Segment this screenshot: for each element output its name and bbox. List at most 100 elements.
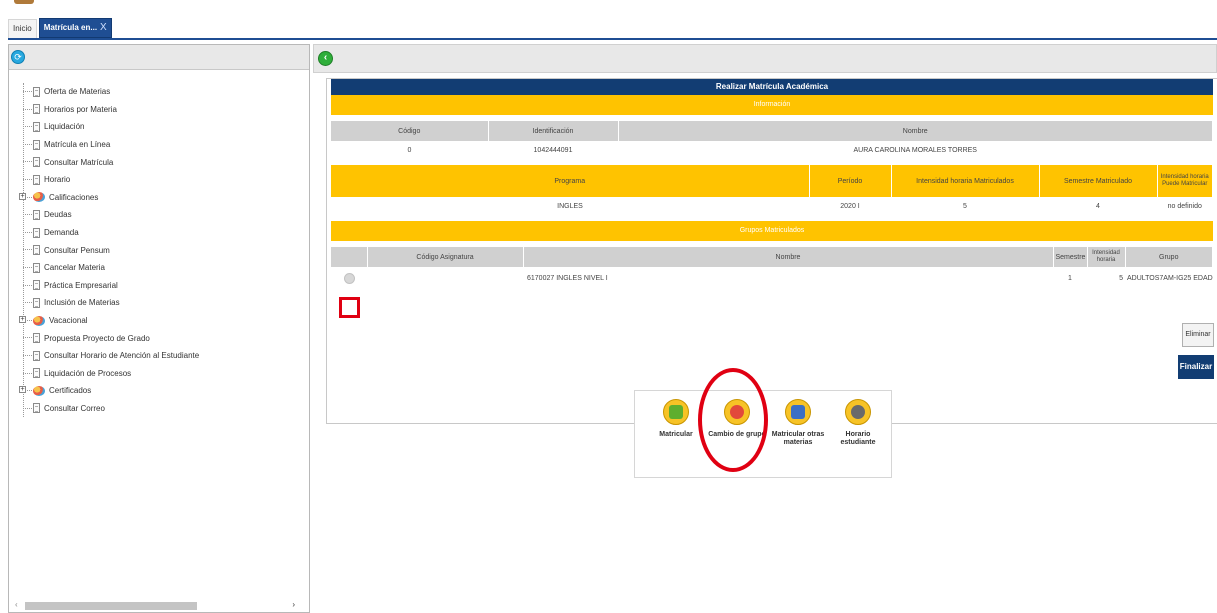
- highlight-cambio-de-grupo: [698, 368, 768, 472]
- groups-table: Código Asignatura Nombre Semestre Intens…: [331, 247, 1213, 289]
- action-matricular[interactable]: Matricular: [647, 399, 705, 439]
- header-identificacion: Identificación: [488, 121, 619, 141]
- sidebar-item[interactable]: Horario: [23, 171, 199, 189]
- sidebar-item[interactable]: Práctica Empresarial: [23, 277, 199, 295]
- sidebar-item[interactable]: Consultar Pensum: [23, 241, 199, 259]
- navigation-tree: Oferta de Materias Horarios por Materia Li…: [19, 83, 199, 418]
- expand-icon[interactable]: +: [19, 386, 26, 394]
- sidebar-item[interactable]: + Certificados: [19, 382, 199, 400]
- sidebar-item[interactable]: Cancelar Materia: [23, 259, 199, 277]
- sidebar-item-label: Inclusión de Materias: [44, 298, 120, 308]
- eliminar-button[interactable]: Eliminar: [1182, 323, 1214, 347]
- sidebar-item-label: Oferta de Materias: [44, 87, 111, 97]
- row-radio[interactable]: [343, 272, 355, 284]
- sidebar-item[interactable]: Propuesta Proyecto de Grado: [23, 329, 199, 347]
- sidebar-item[interactable]: Liquidación: [23, 118, 199, 136]
- tab-matricula-label: Matrícula en...: [43, 23, 98, 32]
- header-semestre-matriculado: Semestre Matriculado: [1039, 165, 1158, 197]
- sidebar-item[interactable]: Inclusión de Materias: [23, 294, 199, 312]
- content-header: ‹: [313, 44, 1217, 73]
- program-table: Programa Período Intensidad horaria Matr…: [331, 165, 1213, 215]
- header-codigo: Código: [331, 121, 489, 141]
- enrollment-form: Realizar Matrícula Académica Información…: [326, 78, 1217, 424]
- value-semestre-matriculado: 4: [1039, 197, 1157, 215]
- value-codigo: 0: [331, 141, 488, 159]
- value-intensidad-matriculados: 5: [891, 197, 1039, 215]
- course-code-name: 6170027 INGLES NIVEL I: [367, 267, 1053, 289]
- header-semestre: Semestre: [1053, 247, 1088, 267]
- sidebar-item-label: Certificados: [49, 386, 92, 396]
- tab-matricula[interactable]: Matrícula en... X: [38, 18, 112, 38]
- sidebar-item[interactable]: Liquidación de Procesos: [23, 365, 199, 383]
- value-intensidad-puede: no definido: [1157, 197, 1213, 215]
- sidebar-item[interactable]: Matrícula en Línea: [23, 136, 199, 154]
- row-select-cell[interactable]: [331, 267, 367, 289]
- sidebar-item-label: Calificaciones: [49, 192, 99, 202]
- sidebar-item[interactable]: Horarios por Materia: [23, 101, 199, 119]
- document-icon: [33, 86, 40, 97]
- tab-underline: [8, 38, 1217, 40]
- document-icon: [33, 121, 40, 132]
- sidebar-item[interactable]: Consultar Matrícula: [23, 153, 199, 171]
- value-nombre: AURA CAROLINA MORALES TORRES: [618, 141, 1213, 159]
- folder-icon: [33, 385, 45, 396]
- close-icon[interactable]: X: [100, 19, 107, 37]
- scroll-left-icon[interactable]: ‹: [15, 600, 18, 609]
- sidebar-item-label: Horarios por Materia: [44, 104, 117, 114]
- document-icon: [33, 368, 40, 379]
- document-icon: [33, 245, 40, 256]
- sidebar-item[interactable]: Demanda: [23, 224, 199, 242]
- sidebar-item[interactable]: Consultar Horario de Atención al Estudia…: [23, 347, 199, 365]
- document-icon: [33, 227, 40, 238]
- expand-icon[interactable]: +: [19, 315, 26, 323]
- action-horario-estudiante[interactable]: Horario estudiante: [829, 399, 887, 447]
- document-icon: [33, 297, 40, 308]
- sidebar-item-label: Liquidación de Procesos: [44, 368, 132, 378]
- folder-icon: [33, 315, 45, 326]
- document-icon: [33, 280, 40, 291]
- header-programa: Programa: [331, 165, 810, 197]
- course-semestre: 1: [1053, 267, 1087, 289]
- value-periodo: 2020 I: [809, 197, 891, 215]
- value-identificacion: 1042444091: [488, 141, 618, 159]
- info-section-header: Información: [331, 95, 1213, 115]
- tab-strip: Inicio Matrícula en... X: [8, 16, 114, 38]
- scroll-thumb[interactable]: [25, 602, 197, 610]
- sidebar-item[interactable]: Consultar Correo: [23, 400, 199, 418]
- action-label: Matricular: [659, 431, 693, 438]
- document-icon: [33, 209, 40, 220]
- table-row[interactable]: 6170027 INGLES NIVEL I 1 5 ADULTOS7AM-IG…: [331, 267, 1213, 289]
- sidebar-item-label: Consultar Matrícula: [44, 157, 114, 167]
- refresh-icon[interactable]: ⟳: [11, 50, 25, 64]
- sidebar: ⟳ Oferta de Materias Horarios por Materia…: [8, 44, 310, 613]
- sidebar-item[interactable]: + Calificaciones: [19, 189, 199, 207]
- sidebar-item-label: Cancelar Materia: [44, 263, 105, 273]
- expand-icon[interactable]: +: [19, 192, 26, 200]
- header-nombre: Nombre: [618, 121, 1213, 141]
- back-arrow-icon[interactable]: ‹: [318, 51, 333, 66]
- sidebar-item[interactable]: + Vacacional: [19, 312, 199, 330]
- logo: [14, 0, 34, 4]
- sidebar-item[interactable]: Oferta de Materias: [23, 83, 199, 101]
- sidebar-item-label: Consultar Pensum: [44, 245, 110, 255]
- sidebar-item-label: Consultar Correo: [44, 403, 105, 413]
- header-intensidad: Intensidad horaria: [1087, 247, 1126, 267]
- tab-inicio[interactable]: Inicio: [8, 19, 37, 38]
- header-intensidad-puede: Intensidad horaria Puede Matricular: [1157, 165, 1213, 197]
- sidebar-item-label: Consultar Horario de Atención al Estudia…: [44, 351, 200, 361]
- student-schedule-icon: [845, 399, 871, 425]
- sidebar-item-label: Matrícula en Línea: [44, 140, 111, 150]
- header-select: [331, 247, 368, 267]
- action-matricular-otras[interactable]: Matricular otras materias: [769, 399, 827, 447]
- horizontal-scrollbar[interactable]: ‹ ›: [15, 600, 295, 612]
- document-icon: [33, 403, 40, 414]
- sidebar-item-label: Práctica Empresarial: [44, 280, 118, 290]
- document-icon: [33, 350, 40, 361]
- finalizar-button[interactable]: Finalizar: [1178, 355, 1214, 379]
- sidebar-item[interactable]: Deudas: [23, 206, 199, 224]
- course-intensidad: 5: [1087, 267, 1125, 289]
- header-grupo: Grupo: [1125, 247, 1213, 267]
- action-label: Horario estudiante: [840, 431, 876, 446]
- highlight-radio-box: [339, 297, 360, 318]
- scroll-right-icon[interactable]: ›: [292, 600, 295, 609]
